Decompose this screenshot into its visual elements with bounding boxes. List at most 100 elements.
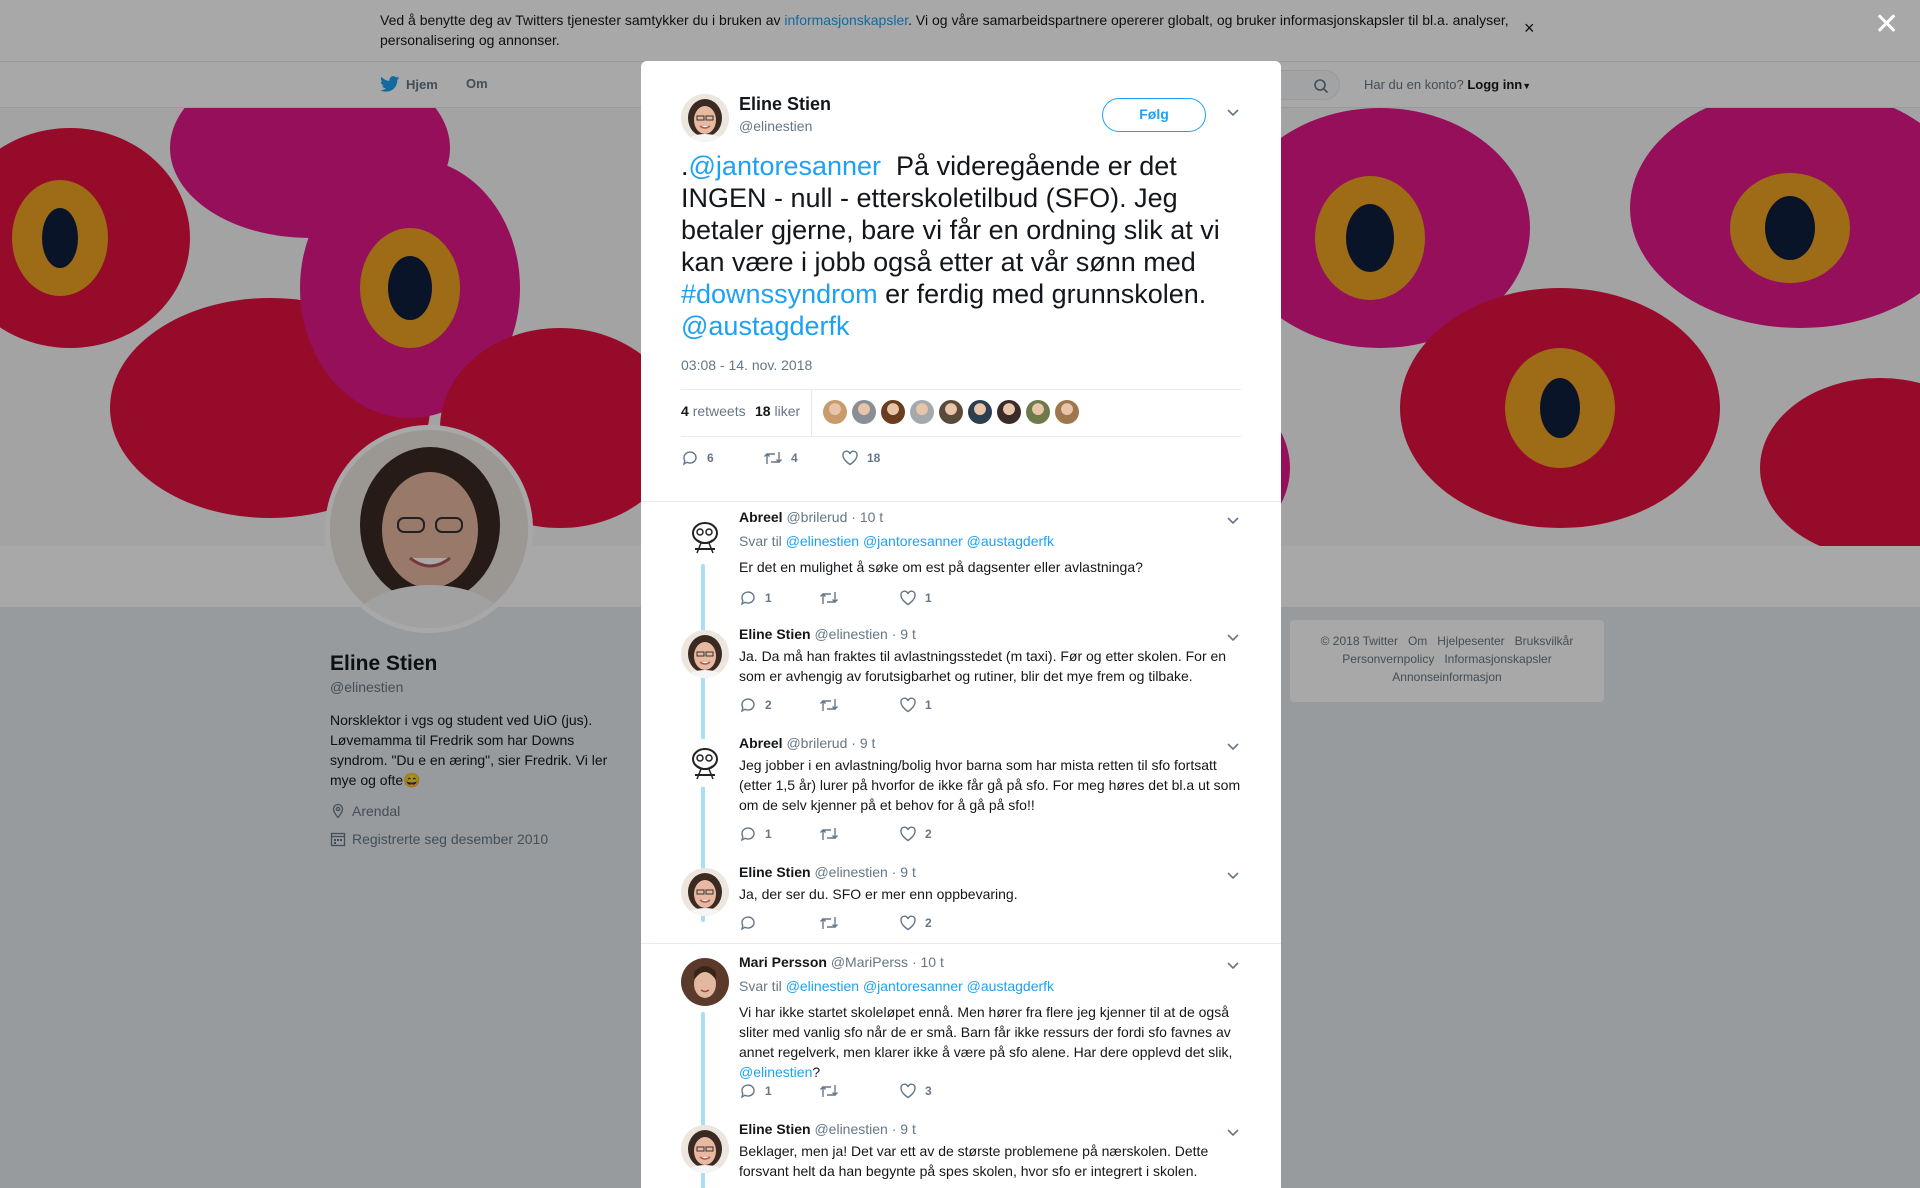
like-button[interactable]: 2 — [899, 825, 932, 843]
reply-avatar[interactable] — [681, 513, 729, 561]
reply-button[interactable]: 1 — [739, 589, 772, 607]
reply-text-body: Beklager, men ja! Det var ett av de stør… — [739, 1143, 1209, 1179]
liker-avatar[interactable] — [881, 400, 905, 424]
retweet-icon — [820, 917, 838, 929]
reply-author-name[interactable]: Eline Stien — [739, 626, 811, 642]
tweet-author-name[interactable]: Eline Stien — [739, 94, 831, 115]
liker-avatar[interactable] — [939, 400, 963, 424]
reply-to-mentions[interactable]: @elinestien @jantoresanner @austagderfk — [786, 978, 1054, 994]
retweets-stat-label: retweets — [692, 403, 746, 419]
reply-author-name[interactable]: Abreel — [739, 735, 783, 751]
retweet-button[interactable] — [819, 914, 847, 932]
liker-avatar[interactable] — [1026, 400, 1050, 424]
reply-text-body: Vi har ikke startet skoleløpet ennå. Men… — [739, 1004, 1233, 1060]
reply-author-handle[interactable]: @elinestien — [811, 626, 892, 642]
heart-icon — [842, 450, 858, 466]
reply-header: Abreel @brilerud · 10 t — [739, 509, 883, 525]
reply-to-mentions[interactable]: @elinestien @jantoresanner @austagderfk — [786, 533, 1054, 549]
reply-count: 1 — [765, 591, 772, 605]
reply-author-handle[interactable]: @MariPerss — [827, 954, 912, 970]
reply-author-name[interactable]: Mari Persson — [739, 954, 827, 970]
retweet-button[interactable] — [819, 589, 847, 607]
stat-divider — [811, 390, 812, 436]
reply-author-name[interactable]: Abreel — [739, 509, 783, 525]
reply-timestamp[interactable]: · 9 t — [892, 1121, 916, 1137]
retweet-icon — [820, 699, 838, 711]
reply-avatar-photo — [681, 630, 729, 678]
reply-timestamp[interactable]: · 10 t — [912, 954, 944, 970]
reply-author-name[interactable]: Eline Stien — [739, 1121, 811, 1137]
reply-author-handle[interactable]: @elinestien — [811, 864, 892, 880]
reply-text: Ja, der ser du. SFO er mer enn oppbevari… — [739, 884, 1244, 904]
reply-icon — [740, 1084, 755, 1099]
reply-avatar[interactable] — [681, 630, 729, 678]
mention-link[interactable]: @elinestien — [739, 1064, 812, 1080]
reply-timestamp[interactable]: · 9 t — [892, 626, 916, 642]
reply-author-handle[interactable]: @brilerud — [783, 735, 852, 751]
retweet-button[interactable] — [819, 825, 847, 843]
reply-text: Beklager, men ja! Det var ett av de stør… — [739, 1141, 1244, 1181]
reply-button[interactable] — [739, 914, 765, 932]
tweet-text-prefix: . — [681, 151, 689, 181]
retweet-button[interactable] — [819, 1082, 847, 1100]
reply-timestamp[interactable]: · 9 t — [892, 864, 916, 880]
reply-icon — [740, 827, 755, 842]
reply-button[interactable]: 2 — [739, 696, 772, 714]
reply-author-handle[interactable]: @brilerud — [783, 509, 852, 525]
retweet-button[interactable]: 4 — [763, 449, 798, 467]
chevron-down-icon[interactable] — [1226, 958, 1240, 976]
hashtag-link[interactable]: #downssyndrom — [681, 279, 878, 309]
reply-avatar[interactable] — [681, 958, 729, 1006]
reply-actions: 12 — [739, 825, 1039, 845]
follow-button[interactable]: Følg — [1102, 98, 1206, 132]
tweet-author-handle[interactable]: @elinestien — [739, 118, 812, 134]
mention-link[interactable]: @austagderfk — [681, 311, 850, 341]
retweets-stat[interactable]: 4 retweets — [681, 403, 746, 419]
like-button[interactable]: 2 — [899, 914, 932, 932]
reply-button[interactable]: 6 — [681, 449, 714, 467]
reply-avatar[interactable] — [681, 868, 729, 916]
reply-author-handle[interactable]: @elinestien — [811, 1121, 892, 1137]
reply-text-body: Ja. Da må han fraktes til avlastningsste… — [739, 648, 1227, 684]
reply-author-name[interactable]: Eline Stien — [739, 864, 811, 880]
tweet-timestamp[interactable]: 03:08 - 14. nov. 2018 — [681, 357, 812, 373]
retweet-icon — [820, 1085, 838, 1097]
like-button[interactable]: 3 — [899, 1082, 932, 1100]
chevron-down-icon[interactable] — [1226, 105, 1240, 123]
likes-stat[interactable]: 18 liker — [755, 403, 800, 419]
liker-avatar[interactable] — [968, 400, 992, 424]
liker-avatar[interactable] — [823, 400, 847, 424]
reply-actions: 21 — [739, 696, 1039, 716]
reply-button[interactable]: 1 — [739, 825, 772, 843]
reply-count: 1 — [765, 827, 772, 841]
reply-icon — [740, 698, 755, 713]
tweet-stats: 4 retweets 18 liker — [681, 389, 1241, 437]
liker-avatar[interactable] — [997, 400, 1021, 424]
retweet-button[interactable] — [819, 696, 847, 714]
reply-avatar[interactable] — [681, 739, 729, 787]
reply-timestamp[interactable]: · 10 t — [851, 509, 883, 525]
liker-avatar[interactable] — [910, 400, 934, 424]
reply-icon — [740, 916, 755, 931]
reply-count: 2 — [765, 698, 772, 712]
reply-avatar[interactable] — [681, 1125, 729, 1173]
mention-link[interactable]: @jantoresanner — [689, 151, 882, 181]
heart-icon — [900, 697, 916, 713]
reply-button[interactable]: 1 — [739, 1082, 772, 1100]
like-count: 1 — [925, 698, 932, 712]
reply-to: Svar til @elinestien @jantoresanner @aus… — [739, 978, 1054, 994]
reply-icon — [740, 591, 755, 606]
reply-header: Eline Stien @elinestien · 9 t — [739, 626, 916, 642]
reply-timestamp[interactable]: · 9 t — [851, 735, 875, 751]
eline-avatar-photo — [681, 94, 729, 142]
liker-avatar[interactable] — [1055, 400, 1079, 424]
close-icon[interactable]: ✕ — [1874, 10, 1899, 40]
reply-text: Ja. Da må han fraktes til avlastningsste… — [739, 646, 1244, 686]
like-button[interactable]: 1 — [899, 589, 932, 607]
like-button[interactable]: 1 — [899, 696, 932, 714]
tweet-author-avatar[interactable] — [681, 94, 729, 142]
like-button[interactable]: 18 — [841, 449, 880, 467]
liker-avatar[interactable] — [852, 400, 876, 424]
reply-text: Er det en mulighet å søke om est på dags… — [739, 557, 1244, 577]
chevron-down-icon[interactable] — [1226, 513, 1240, 531]
